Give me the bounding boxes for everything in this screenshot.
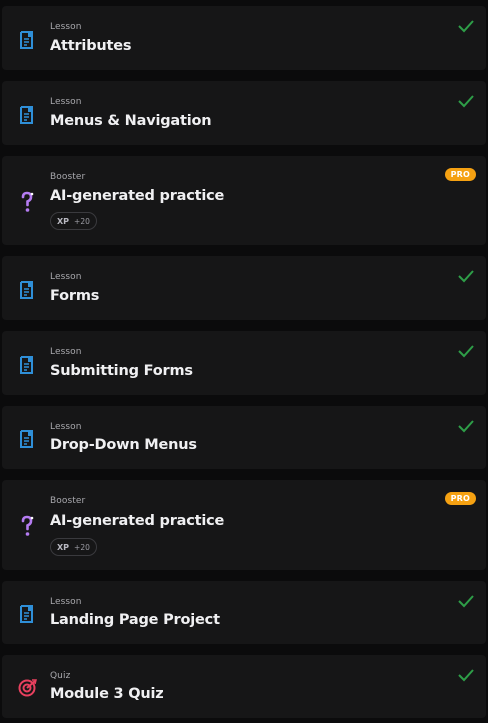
completed-check-icon bbox=[458, 20, 474, 33]
question-mark-icon bbox=[16, 515, 38, 537]
booster-card[interactable]: Booster AI-generated practice PRO XP +20 bbox=[2, 156, 486, 245]
item-type-label: Booster bbox=[50, 172, 86, 182]
item-type-label: Lesson bbox=[50, 97, 82, 107]
lesson-document-icon bbox=[16, 29, 38, 51]
item-title: Drop-Down Menus bbox=[50, 437, 197, 453]
lesson-document-icon bbox=[16, 279, 38, 301]
lesson-card[interactable]: Lesson Submitting Forms bbox=[2, 331, 486, 395]
completed-check-icon bbox=[458, 595, 474, 608]
item-type-label: Lesson bbox=[50, 22, 82, 32]
lesson-card[interactable]: Lesson Forms bbox=[2, 256, 486, 320]
completed-check-icon bbox=[458, 420, 474, 433]
item-title: Submitting Forms bbox=[50, 363, 193, 379]
xp-value: +20 bbox=[74, 542, 90, 552]
completed-check-icon bbox=[458, 345, 474, 358]
item-type-label: Lesson bbox=[50, 597, 82, 607]
pro-badge: PRO bbox=[444, 168, 476, 181]
booster-card[interactable]: Booster AI-generated practice PRO XP +20 bbox=[2, 480, 486, 570]
lesson-document-icon bbox=[16, 428, 38, 450]
item-title: Forms bbox=[50, 288, 100, 304]
lesson-card[interactable]: Lesson Landing Page Project bbox=[2, 581, 486, 644]
completed-check-icon bbox=[458, 95, 474, 108]
item-type-label: Quiz bbox=[50, 671, 71, 681]
item-title: AI-generated practice bbox=[50, 513, 225, 529]
item-type-label: Lesson bbox=[50, 422, 82, 432]
lesson-document-icon bbox=[16, 603, 38, 625]
lesson-card[interactable]: Lesson Attributes bbox=[2, 6, 486, 70]
item-type-label: Booster bbox=[50, 496, 86, 506]
question-mark-icon bbox=[16, 191, 38, 213]
completed-check-icon bbox=[458, 669, 474, 682]
xp-label: XP bbox=[57, 542, 70, 552]
lesson-document-icon bbox=[16, 354, 38, 376]
xp-reward-badge: XP +20 bbox=[50, 538, 97, 556]
xp-value: +20 bbox=[74, 216, 90, 226]
pro-badge: PRO bbox=[444, 492, 476, 505]
item-type-label: Lesson bbox=[50, 347, 82, 357]
item-title: Landing Page Project bbox=[50, 612, 220, 628]
lesson-card[interactable]: Lesson Drop-Down Menus bbox=[2, 406, 486, 469]
xp-label: XP bbox=[57, 216, 70, 226]
item-title: AI-generated practice bbox=[50, 188, 225, 204]
item-type-label: Lesson bbox=[50, 272, 82, 282]
quiz-card[interactable]: Quiz Module 3 Quiz bbox=[2, 655, 486, 718]
xp-reward-badge: XP +20 bbox=[50, 212, 97, 230]
item-title: Menus & Navigation bbox=[50, 113, 212, 129]
target-icon bbox=[16, 677, 38, 699]
lesson-list: Lesson Attributes Lesson Menus & Navigat… bbox=[0, 0, 488, 723]
item-title: Attributes bbox=[50, 38, 132, 54]
lesson-card[interactable]: Lesson Menus & Navigation bbox=[2, 81, 486, 145]
completed-check-icon bbox=[458, 270, 474, 283]
item-title: Module 3 Quiz bbox=[50, 686, 164, 702]
lesson-document-icon bbox=[16, 104, 38, 126]
